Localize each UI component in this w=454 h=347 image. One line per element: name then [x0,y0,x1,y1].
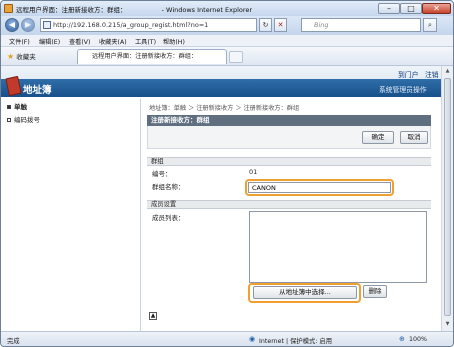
minimize-button[interactable]: – [378,3,400,14]
bullet-icon [7,118,11,122]
favorites-label: 收藏夹 [16,53,36,61]
header-bar: 地址簿 到门户 注销 系统管理员操作 [1,71,441,97]
breadcrumb: 地址簿：单触 ＞ 注册新接收方 ＞ 注册新接收方：群组 [149,105,300,112]
group-name-value: CANON [252,184,276,192]
favorites-button[interactable]: ★ 收藏夹 [7,51,36,61]
address-book-icon [5,75,22,97]
sidebar-item-coded-dial[interactable]: 编码拨号 [7,114,40,124]
member-list-label: 成员列表： [152,214,185,222]
globe-icon: ◉ [249,335,256,343]
sidebar-item-one-touch[interactable]: 单触 [7,101,27,111]
address-row: ◀ ▶ http://192.168.0.215/a_group_regist.… [1,16,453,35]
scroll-thumb[interactable] [444,78,451,316]
menu-bar: 文件(F) 编辑(E) 查看(V) 收藏夹(A) 工具(T) 帮助(H) [1,35,453,47]
status-text: 完成 [7,338,20,345]
cancel-button[interactable]: 取消 [400,131,428,144]
page-icon [43,21,51,29]
zoom-level[interactable]: 100% [409,336,427,343]
page-content: 地址簿 到门户 注销 系统管理员操作 单触 编码拨号 地址簿：单触 ＞ 注册新接… [1,66,453,331]
forward-button[interactable]: ▶ [21,18,35,32]
group-name-input[interactable]: CANON [248,182,391,193]
maximize-button[interactable]: □ [400,3,422,14]
menu-edit[interactable]: 编辑(E) [39,37,60,46]
sidebar: 单触 编码拨号 [1,99,141,331]
zone-text: Internet | 保护模式: 启用 [259,338,333,345]
delete-button[interactable]: 删除 [363,285,387,298]
star-icon: ★ [7,52,15,61]
title-bar: 远程用户界面：注册新接收方：群组： - Windows Internet Exp… [1,1,453,16]
page-top-icon[interactable]: ▲ [149,312,157,320]
admin-link[interactable]: 系统管理员操作 [379,84,427,94]
number-label: 编号： [152,170,172,178]
address-url: http://192.168.0.215/a_group_regist.html… [53,21,209,29]
status-bar: 完成 ◉ Internet | 保护模式: 启用 ⊕ 100% [1,331,453,346]
scroll-up-icon[interactable]: ▲ [443,67,452,76]
search-input[interactable]: Bing [301,18,421,32]
sidebar-item-label: 编码拨号 [14,116,40,124]
section-title: 注册新接收方：群组 [147,115,431,126]
menu-favorites[interactable]: 收藏夹(A) [99,37,127,46]
remote-ui-icon [4,4,13,13]
refresh-button[interactable]: ↻ [259,18,272,32]
new-tab-button[interactable] [229,51,243,63]
zoom-icon[interactable]: ⊕ [399,335,405,343]
browser-window: 远程用户界面：注册新接收方：群组： - Windows Internet Exp… [0,0,454,347]
favorites-bar: ★ 收藏夹 远程用户界面：注册新接收方：群组： [1,47,453,66]
app-header: 地址簿 到门户 注销 系统管理员操作 [1,66,441,97]
portal-link[interactable]: 到门户 [398,69,418,79]
menu-view[interactable]: 查看(V) [69,37,90,46]
scroll-down-icon[interactable]: ▼ [443,320,452,329]
window-title-browser: Windows Internet Explorer [166,6,253,14]
close-window-button[interactable]: ✕ [422,3,451,14]
stop-button[interactable]: ✕ [274,18,287,32]
sidebar-item-label: 单触 [14,103,27,111]
select-from-address-book-button[interactable]: 从地址簿中选择... [253,286,357,299]
back-button[interactable]: ◀ [5,18,19,32]
group-name-highlight: CANON [245,179,394,196]
button-panel: 确定 取消 [147,126,431,149]
search-placeholder: Bing [314,21,329,29]
menu-help[interactable]: 帮助(H) [163,37,185,46]
number-value: 01 [249,168,258,176]
window-title: 远程用户界面：注册新接收方：群组： - Windows Internet Exp… [16,4,252,14]
address-input[interactable]: http://192.168.0.215/a_group_regist.html… [40,18,257,32]
main-panel: 地址簿：单触 ＞ 注册新接收方 ＞ 注册新接收方：群组 注册新接收方：群组 确定… [141,99,441,331]
group-section-header: 群组 [147,157,431,166]
search-icon[interactable]: ⌕ [423,18,437,32]
member-list-box[interactable] [249,211,427,283]
ok-button[interactable]: 确定 [362,131,394,144]
bullet-icon [7,105,11,109]
vertical-scrollbar[interactable]: ▲ ▼ [441,66,453,331]
menu-file[interactable]: 文件(F) [9,37,30,46]
logout-link[interactable]: 注销 [425,69,439,79]
menu-tools[interactable]: 工具(T) [135,37,156,46]
window-title-page: 远程用户界面：注册新接收方：群组： [16,6,127,14]
window-title-sep: - [126,6,167,14]
tab-title: 远程用户界面：注册新接收方：群组： [92,53,198,60]
app-title: 地址簿 [23,85,52,96]
tab-current[interactable]: 远程用户界面：注册新接收方：群组： [77,49,227,64]
member-section-header: 成员设置 [147,200,431,209]
select-button-highlight: 从地址簿中选择... [248,283,361,303]
group-name-label: 群组名称： [152,183,185,191]
